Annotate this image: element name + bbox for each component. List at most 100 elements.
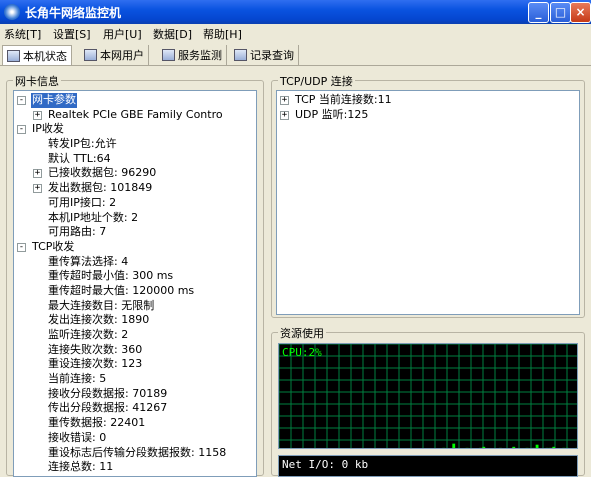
tree-node[interactable]: 重传超时最小值: 300 ms <box>14 269 256 284</box>
tree-node[interactable]: 当前连接: 5 <box>14 372 256 387</box>
tab-lan-users[interactable]: 本网用户 <box>80 45 149 65</box>
cpu-label: CPU:2% <box>282 346 322 359</box>
tree-node[interactable]: 可用IP接口: 2 <box>14 196 256 211</box>
tree-node[interactable]: 连接失败次数: 360 <box>14 343 256 358</box>
tree-node[interactable]: 接收分段数据报: 70189 <box>14 387 256 402</box>
cpu-bar <box>452 444 455 449</box>
tree-node-label: 传出分段数据报: 41267 <box>47 401 168 416</box>
tree-node-label: 可用IP接口: 2 <box>47 196 117 211</box>
tree-node[interactable]: -TCP收发 <box>14 240 256 255</box>
tree-node[interactable]: 重传数据报: 22401 <box>14 416 256 431</box>
cpu-bar <box>499 448 502 449</box>
cpu-bar <box>566 448 569 449</box>
tree-node-label: 最大连接数目: 无限制 <box>47 299 155 314</box>
resource-group: 资源使用 CPU:2% Net I/O: 0 kb <box>271 332 585 476</box>
tab-log-query[interactable]: 记录查询 <box>230 45 299 65</box>
expand-icon[interactable]: + <box>33 169 42 178</box>
tree-node[interactable]: -网卡参数 <box>14 93 256 108</box>
tree-node-label: 发出连接次数: 1890 <box>47 313 150 328</box>
tab-service-monitor[interactable]: 服务监测 <box>158 45 227 65</box>
tree-node[interactable]: 重传超时最大值: 120000 ms <box>14 284 256 299</box>
cpu-graph: CPU:2% <box>278 343 578 449</box>
menu-help[interactable]: 帮助[H] <box>203 26 242 42</box>
collapse-icon[interactable]: - <box>17 96 26 105</box>
tree-node[interactable]: 重设标志后传输分段数据报数: 1158 <box>14 446 256 461</box>
tree-node[interactable]: + TCP 当前连接数:11 <box>277 93 579 108</box>
tree-node[interactable]: +UDP 监听:125 <box>277 108 579 123</box>
tree-node-label: TCP收发 <box>31 240 75 255</box>
tree-node[interactable]: 发出连接次数: 1890 <box>14 313 256 328</box>
tree-node-label: 重设标志后传输分段数据报数: 1158 <box>47 446 227 461</box>
service-icon <box>162 49 175 61</box>
tree-node[interactable]: 本机IP地址个数: 2 <box>14 211 256 226</box>
nic-info-group: 网卡信息 -网卡参数+Realtek PCIe GBE Family Contr… <box>6 80 264 476</box>
tab-label: 本机状态 <box>23 50 67 63</box>
nic-info-tree[interactable]: -网卡参数+Realtek PCIe GBE Family Contro-IP收… <box>13 90 257 477</box>
tree-node-label: 监听连接次数: 2 <box>47 328 129 343</box>
title-bar: 长角牛网络监控机 _ □ × <box>0 0 591 24</box>
tree-node-label: TCP 当前连接数:11 <box>294 93 393 108</box>
tree-node-label: 已接收数据包: 96290 <box>47 166 157 181</box>
cpu-bar <box>562 448 565 449</box>
expand-icon[interactable]: + <box>33 111 42 120</box>
tab-label: 记录查询 <box>250 49 294 62</box>
minimize-button[interactable]: _ <box>528 2 549 23</box>
tree-node[interactable]: 转发IP包:允许 <box>14 137 256 152</box>
tree-node-label: 转发IP包:允许 <box>47 137 118 152</box>
tcp-udp-tree[interactable]: + TCP 当前连接数:11+UDP 监听:125 <box>276 90 580 315</box>
app-icon <box>4 4 20 20</box>
tree-node-label: 连接总数: 11 <box>47 460 114 475</box>
menu-system[interactable]: 系统[T] <box>4 26 41 42</box>
tree-node-label: 接收错误: 0 <box>47 431 107 446</box>
tree-node[interactable]: + 发出数据包: 101849 <box>14 181 256 196</box>
menu-users[interactable]: 用户[U] <box>103 26 142 42</box>
tree-node[interactable]: + 已接收数据包: 96290 <box>14 166 256 181</box>
cpu-bar <box>532 448 535 449</box>
collapse-icon[interactable]: - <box>17 243 26 252</box>
tree-node-label: 重传数据报: 22401 <box>47 416 146 431</box>
expand-icon[interactable]: + <box>280 111 289 120</box>
window-title: 长角牛网络监控机 <box>25 4 121 21</box>
tab-local-status[interactable]: 本机状态 <box>2 45 72 65</box>
maximize-button[interactable]: □ <box>550 2 571 23</box>
tab-label: 本网用户 <box>100 49 144 62</box>
tree-node-label: 连接失败次数: 360 <box>47 343 143 358</box>
tree-node[interactable]: 默认 TTL:64 <box>14 152 256 167</box>
tree-node-label: 重传超时最大值: 120000 ms <box>47 284 195 299</box>
tab-bar: 本机状态 本网用户 服务监测 记录查询 <box>0 43 591 66</box>
tree-node-label: 网卡参数 <box>31 93 77 108</box>
tree-node-label: IP收发 <box>31 122 65 137</box>
expand-icon[interactable]: + <box>280 96 289 105</box>
tree-node[interactable]: 可用路由: 7 <box>14 225 256 240</box>
tree-node[interactable]: 连接总数: 11 <box>14 460 256 475</box>
cpu-bar <box>536 445 539 449</box>
nic-info-title: 网卡信息 <box>13 73 61 89</box>
tree-node[interactable]: -IP收发 <box>14 122 256 137</box>
tree-node[interactable]: 传出分段数据报: 41267 <box>14 401 256 416</box>
users-icon <box>84 49 97 61</box>
monitor-icon <box>7 50 20 62</box>
tree-node[interactable]: 重设连接次数: 123 <box>14 357 256 372</box>
collapse-icon[interactable]: - <box>17 125 26 134</box>
tcp-udp-group: TCP/UDP 连接 +TCP 当前连接数:11+UDP 监听:125 <box>271 80 585 318</box>
cpu-bar <box>512 447 515 449</box>
cpu-bar <box>549 448 552 449</box>
menu-data[interactable]: 数据[D] <box>153 26 192 42</box>
cpu-bar <box>466 448 469 449</box>
cpu-bar <box>546 448 549 449</box>
cpu-bar <box>552 447 555 449</box>
tree-node[interactable]: 最大连接数目: 无限制 <box>14 299 256 314</box>
tree-node[interactable]: +Realtek PCIe GBE Family Contro <box>14 108 256 123</box>
tree-node-label: 发出数据包: 101849 <box>47 181 153 196</box>
net-io-label: Net I/O: 0 kb <box>282 458 368 471</box>
expand-icon[interactable]: + <box>33 184 42 193</box>
resource-title: 资源使用 <box>278 325 326 341</box>
tree-node-label: 重传超时最小值: 300 ms <box>47 269 174 284</box>
menu-settings[interactable]: 设置[S] <box>53 26 91 42</box>
tree-node-label: 重设连接次数: 123 <box>47 357 143 372</box>
tree-node[interactable]: 接收错误: 0 <box>14 431 256 446</box>
tree-node[interactable]: 监听连接次数: 2 <box>14 328 256 343</box>
close-button[interactable]: × <box>570 2 591 23</box>
cpu-graph-canvas <box>279 344 578 449</box>
tree-node[interactable]: 重传算法选择: 4 <box>14 255 256 270</box>
